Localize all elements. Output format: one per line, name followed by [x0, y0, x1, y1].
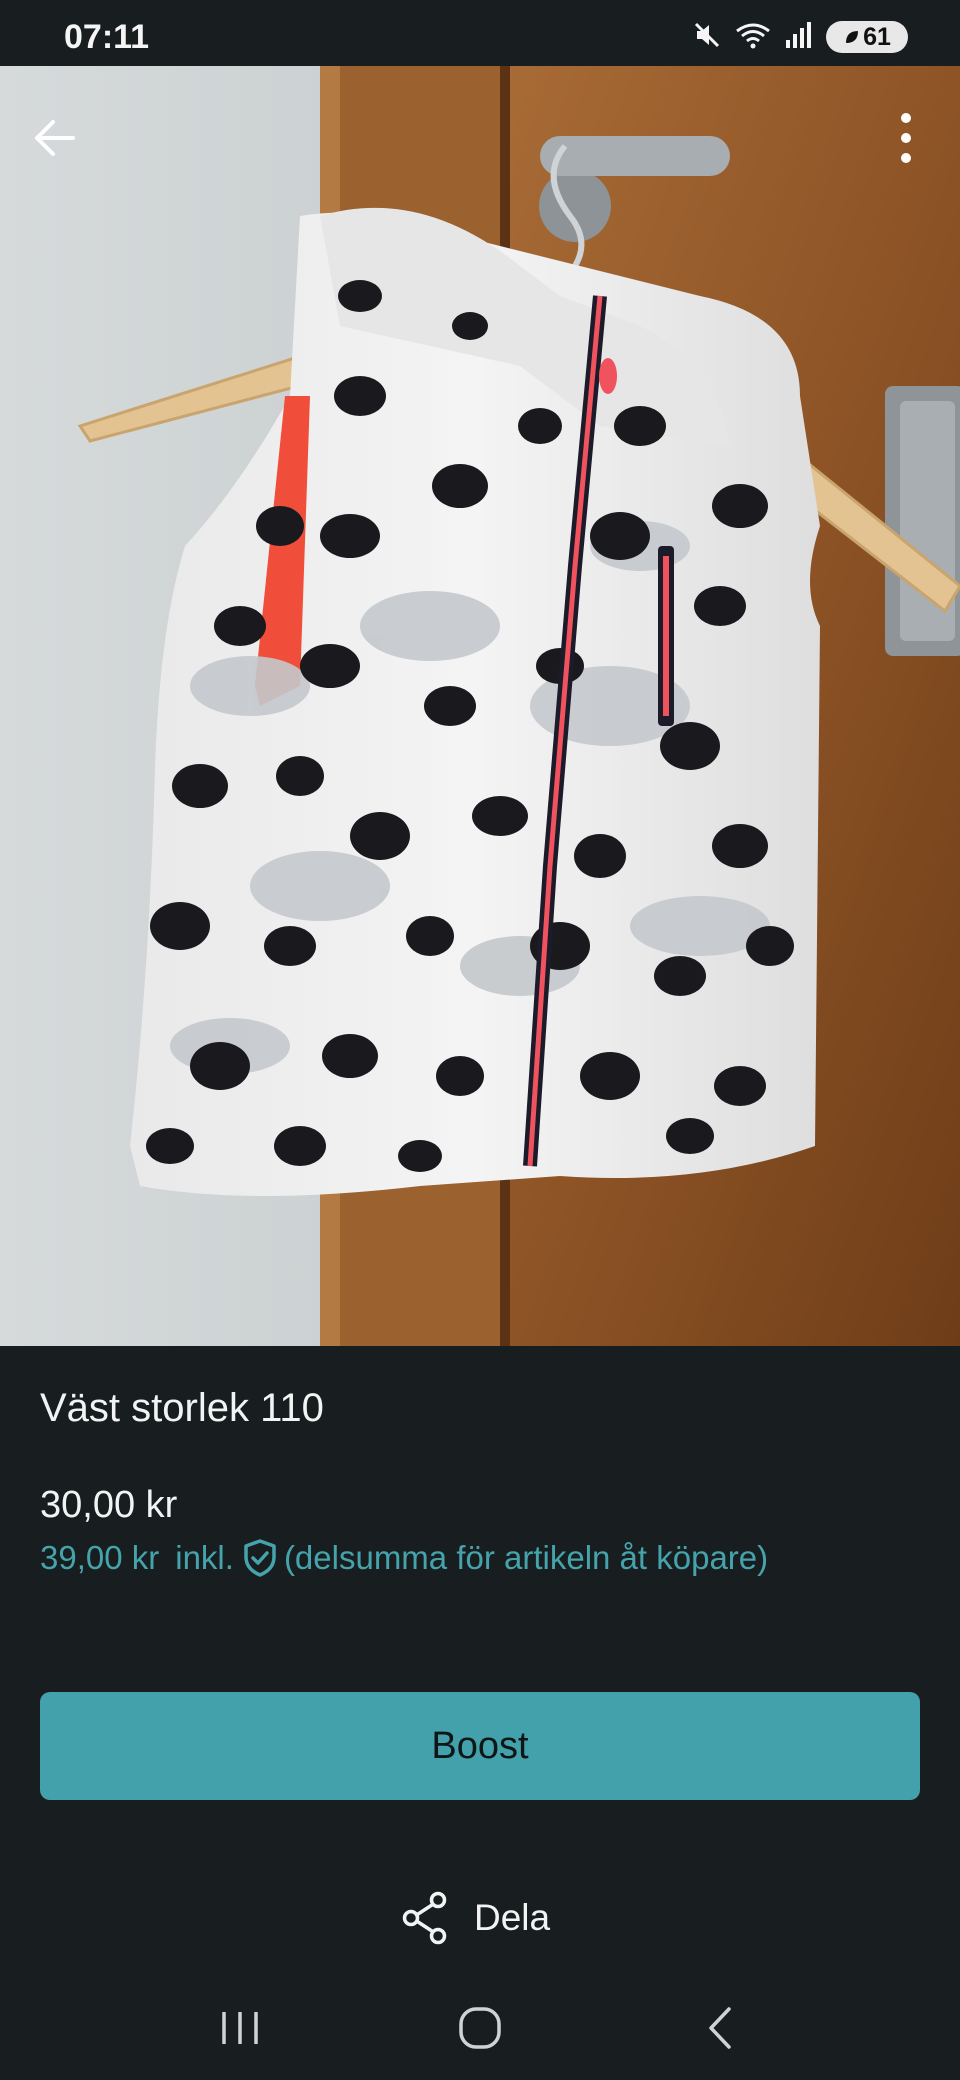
price-incl-note: (delsumma för artikeln åt köpare)	[283, 1539, 769, 1576]
share-button[interactable]: Dela	[400, 1888, 550, 1948]
recents-button[interactable]	[195, 1993, 285, 2063]
battery-level: 61	[863, 22, 891, 51]
more-options-button[interactable]	[868, 100, 944, 176]
signal-icon	[784, 20, 814, 55]
status-icons: 61	[692, 20, 908, 54]
price-incl-label: inkl.	[175, 1539, 234, 1576]
leaf-icon	[846, 31, 859, 43]
back-icon	[709, 2007, 731, 2049]
wifi-icon	[734, 20, 772, 55]
product-image-gallery[interactable]	[0, 66, 960, 1346]
back-button[interactable]	[16, 100, 92, 176]
home-button[interactable]	[435, 1993, 525, 2063]
mute-icon	[692, 20, 722, 55]
system-back-button[interactable]	[675, 1993, 765, 2063]
recents-icon	[222, 2012, 258, 2044]
more-vertical-icon	[901, 113, 911, 163]
status-bar: 07:11 61	[0, 0, 960, 66]
arrow-left-icon	[35, 120, 75, 156]
price-including-protection[interactable]: 39,00 kr inkl. (delsumma för artikeln åt…	[40, 1538, 768, 1578]
listing-title: Väst storlek 110	[40, 1386, 324, 1430]
boost-button[interactable]: Boost	[40, 1692, 920, 1800]
shield-check-icon	[242, 1538, 278, 1578]
status-time: 07:11	[64, 18, 150, 56]
listing-price: 30,00 kr	[40, 1484, 178, 1526]
share-label: Dela	[474, 1897, 551, 1938]
share-icon	[402, 1891, 447, 1945]
battery-icon: 61	[826, 21, 908, 53]
home-icon	[459, 2007, 501, 2049]
price-incl-value: 39,00 kr	[40, 1539, 160, 1576]
system-navigation-bar	[0, 1976, 960, 2080]
product-photo	[0, 66, 960, 1346]
